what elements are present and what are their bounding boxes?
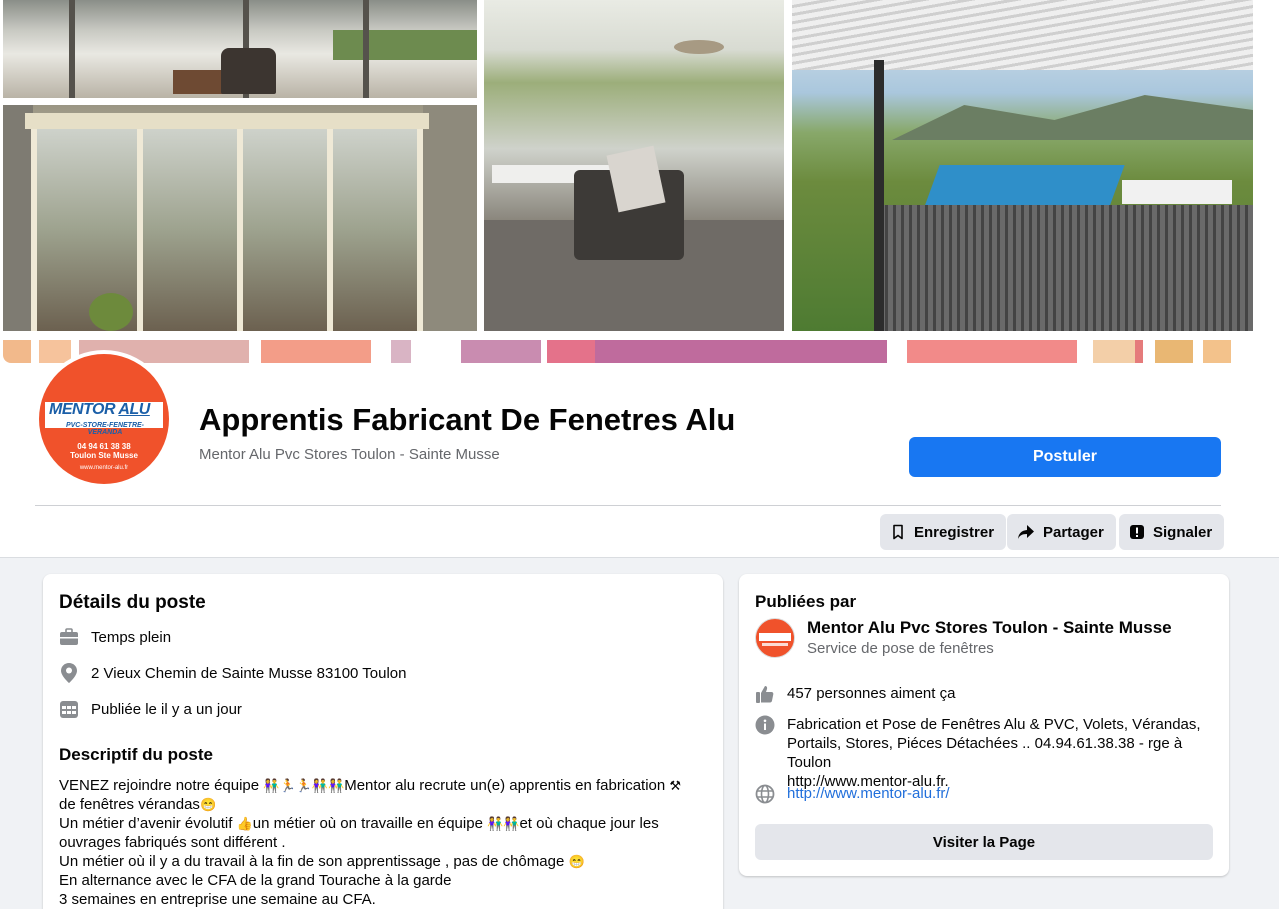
job-type-row: Temps plein	[59, 627, 171, 647]
bookmark-icon	[893, 524, 903, 540]
cover-photo-pergola	[792, 0, 1253, 331]
job-address-row: 2 Vieux Chemin de Sainte Musse 83100 Tou…	[59, 663, 407, 683]
publisher-name[interactable]: Mentor Alu Pvc Stores Toulon - Sainte Mu…	[807, 618, 1172, 638]
team-emoji-icon: 👫🏃🏃👫👫	[263, 778, 345, 793]
desc-line: 3 semaines en entreprise une semaine au …	[59, 891, 376, 908]
apply-button[interactable]: Postuler	[909, 437, 1221, 477]
visit-page-button[interactable]: Visiter la Page	[755, 824, 1213, 860]
logo-name: MENTOR	[49, 401, 116, 418]
description-heading: Descriptif du poste	[59, 745, 213, 764]
globe-icon	[755, 784, 775, 804]
likes-row: 457 personnes aiment ça	[755, 684, 955, 704]
desc-line: et où chaque jour les	[519, 815, 659, 832]
job-description: VENEZ rejoindre notre équipe 👫🏃🏃👫👫Mentor…	[59, 776, 709, 909]
desc-line: Un métier d’avenir évolutif	[59, 815, 237, 832]
cover-photo-veranda	[3, 105, 477, 331]
job-posted-row: Publiée le il y a un jour	[59, 699, 242, 719]
about-row: Fabrication et Pose de Fenêtres Alu & PV…	[755, 715, 1229, 791]
logo-website: www.mentor-alu.fr	[79, 465, 129, 471]
cover-photo	[3, 0, 1253, 363]
about-text-1: Fabrication et Pose de Fenêtres Alu & PV…	[787, 716, 1201, 733]
desc-line: un métier où on travaille en équipe	[252, 815, 488, 832]
job-details-card: Détails du poste Temps plein 2 Vieux Che…	[43, 574, 723, 909]
cover-color-stripe	[3, 340, 1253, 363]
header-divider	[35, 505, 1221, 506]
desc-line: Mentor alu recrute un(e) apprentis en fa…	[344, 777, 670, 794]
desc-line: En alternance avec le CFA de la grand To…	[59, 872, 452, 889]
details-heading: Détails du poste	[59, 592, 206, 613]
publisher-category: Service de pose de fenêtres	[807, 640, 994, 657]
report-label: Signaler	[1153, 523, 1213, 541]
desc-line: VENEZ rejoindre notre équipe	[59, 777, 264, 794]
publisher-card: Publiées par Mentor Alu Pvc Stores Toulo…	[739, 574, 1229, 876]
cover-photo-interior	[3, 0, 477, 98]
website-link[interactable]: http://www.mentor-alu.fr/	[787, 784, 950, 804]
save-label: Enregistrer	[914, 523, 995, 541]
briefcase-icon	[59, 627, 79, 647]
thumbs-up-emoji-icon: 👍	[236, 816, 253, 831]
publisher-heading: Publiées par	[755, 592, 857, 611]
share-label: Partager	[1043, 523, 1104, 541]
desc-line: ouvrages fabriqués sont différent .	[59, 834, 286, 851]
logo-tagline: PVC-STORE-FENETRE-VERANDA	[65, 422, 145, 436]
job-posted: Publiée le il y a un jour	[91, 700, 242, 718]
mentor-alu-logo: MENTOR ALU PVC-STORE-FENETRE-VERANDA 04 …	[39, 354, 169, 484]
location-pin-icon	[59, 663, 79, 683]
report-button[interactable]: Signaler	[1119, 514, 1225, 550]
website-row: http://www.mentor-alu.fr/	[755, 784, 950, 804]
about-text-2: Portails, Stores, Piéces Détachées .. 04…	[787, 735, 1183, 771]
job-type: Temps plein	[91, 628, 172, 646]
grin-emoji-icon: 😁	[199, 797, 217, 812]
logo-phone: 04 94 61 38 38	[77, 442, 131, 451]
report-icon	[1130, 525, 1144, 539]
info-icon	[755, 715, 775, 735]
grin-emoji-icon: 😁	[568, 854, 585, 869]
job-header: MENTOR ALU PVC-STORE-FENETRE-VERANDA 04 …	[0, 0, 1279, 558]
couple-emoji-icon: 👫👫	[487, 816, 520, 831]
desc-line: Un métier où il y a du travail à la fin …	[59, 853, 569, 870]
desc-line: de fenêtres vérandas	[59, 796, 200, 813]
job-title: Apprentis Fabricant De Fenetres Alu	[199, 402, 736, 437]
share-button[interactable]: Partager	[1007, 514, 1116, 550]
like-icon	[755, 684, 775, 704]
job-address: 2 Vieux Chemin de Sainte Musse 83100 Tou…	[91, 664, 407, 682]
save-button[interactable]: Enregistrer	[880, 514, 1007, 550]
share-icon	[1018, 525, 1034, 539]
calendar-icon	[59, 699, 79, 719]
tools-emoji-icon: ⚒	[669, 778, 682, 793]
logo-name-alu: ALU	[118, 401, 150, 418]
company-avatar[interactable]: MENTOR ALU PVC-STORE-FENETRE-VERANDA 04 …	[35, 350, 173, 488]
likes-count: 457 personnes aiment ça	[787, 685, 956, 702]
company-link[interactable]: Mentor Alu Pvc Stores Toulon - Sainte Mu…	[199, 446, 500, 463]
logo-city: Toulon Ste Musse	[70, 451, 138, 460]
publisher-avatar[interactable]	[755, 618, 795, 658]
cover-photo-restaurant	[484, 0, 784, 331]
